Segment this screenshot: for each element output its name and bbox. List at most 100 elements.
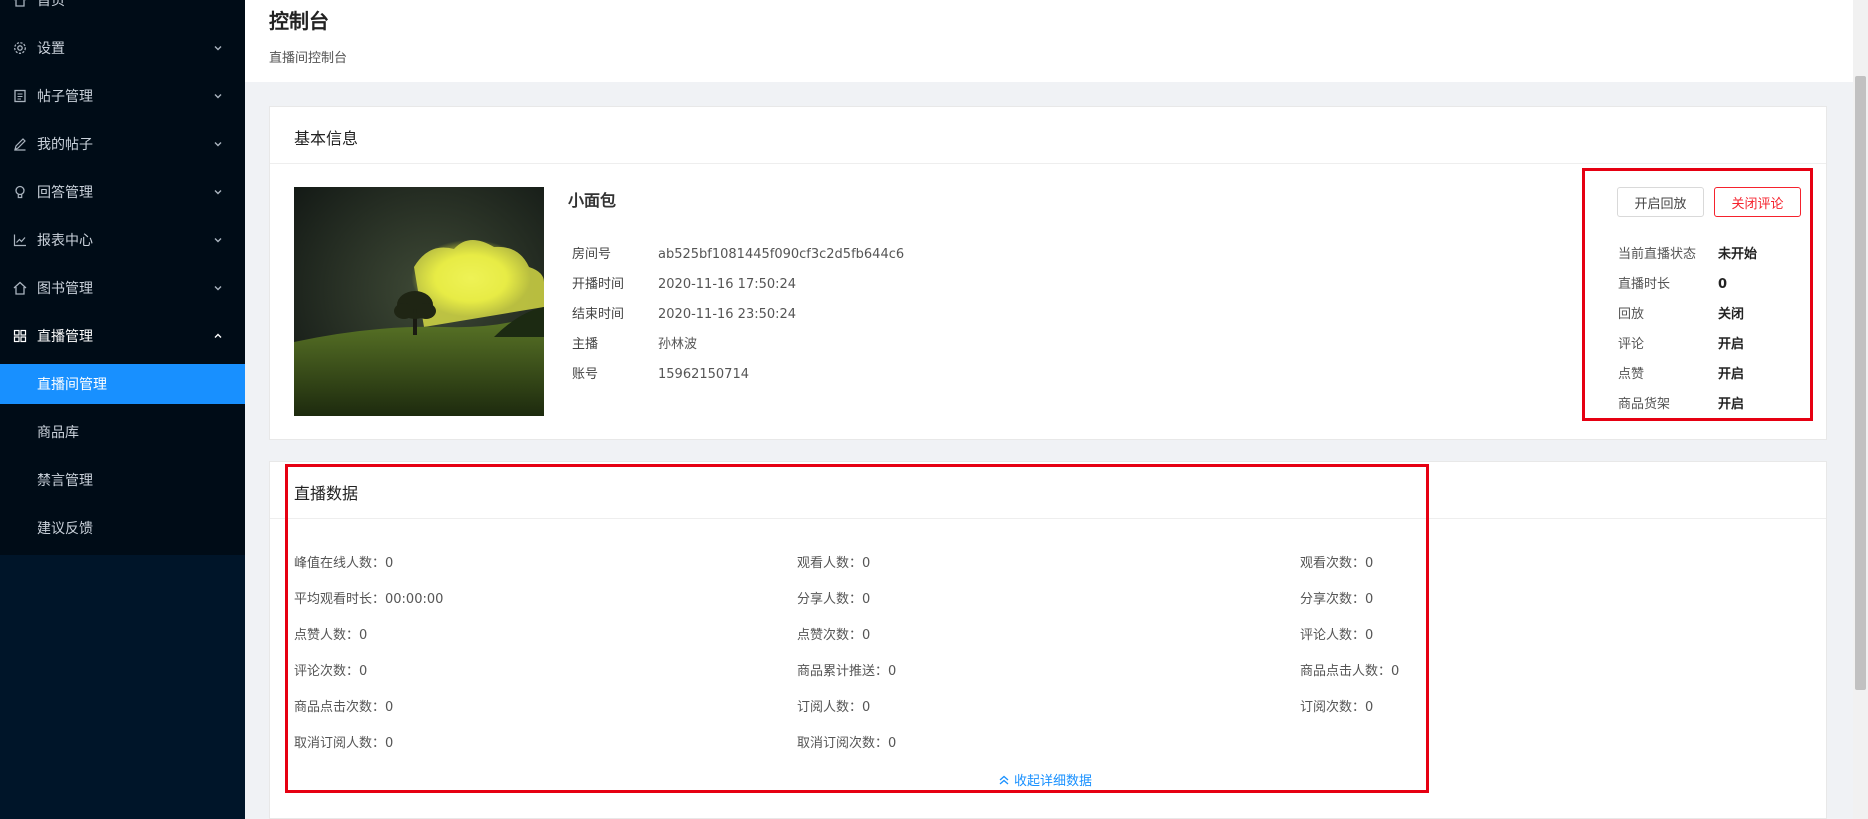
stat-share-users: 分享人数：0 [797, 592, 871, 607]
sidebar-item-label: 图书管理 [37, 281, 93, 297]
stat-product-click-users: 商品点击人数：0 [1300, 664, 1400, 679]
sidebar-item-label: 首页 [37, 0, 65, 9]
info-label: 主播 [572, 337, 599, 352]
sidebar-item-live[interactable]: 直播管理 [0, 312, 245, 360]
sidebar: 首页 设置 帖子管理 我的帖子 回答管理 报表中心 图书管理 直播管理 直播间管… [0, 0, 245, 819]
vertical-scrollbar[interactable] [1853, 0, 1868, 819]
sidebar-item-settings[interactable]: 设置 [0, 24, 245, 72]
stat-product-click-count: 商品点击次数：0 [294, 700, 394, 715]
status-value: 开启 [1718, 337, 1745, 352]
stat-like-users: 点赞人数：0 [294, 628, 368, 643]
gear-icon [13, 41, 27, 55]
status-row-like: 点赞 开启 [1618, 363, 1744, 382]
stat-subscribe-users: 订阅人数：0 [797, 700, 871, 715]
sidebar-item-label: 回答管理 [37, 185, 93, 201]
chevron-down-icon [213, 91, 223, 101]
sidebar-subitem-products[interactable]: 商品库 [0, 412, 245, 452]
basic-info-title: 基本信息 [294, 129, 359, 148]
document-icon [13, 89, 27, 103]
room-name: 小面包 [568, 191, 617, 210]
card-divider [270, 163, 1826, 164]
status-row-comment: 评论 开启 [1618, 333, 1744, 352]
sidebar-item-label: 我的帖子 [37, 137, 93, 153]
sidebar-subitem-label: 直播间管理 [37, 377, 107, 393]
sidebar-subitem-live-room[interactable]: 直播间管理 [0, 364, 245, 404]
info-value: 2020-11-16 17:50:24 [658, 277, 797, 292]
breadcrumb: 直播间控制台 [269, 51, 348, 66]
stat-peak-online: 峰值在线人数：0 [294, 556, 394, 571]
sidebar-subitem-label: 商品库 [37, 425, 79, 441]
status-value: 开启 [1718, 397, 1745, 412]
card-divider [270, 518, 1826, 519]
collapse-details-label: 收起详细数据 [1014, 774, 1093, 789]
stat-subscribe-count: 订阅次数：0 [1300, 700, 1374, 715]
stat-product-push-total: 商品累计推送：0 [797, 664, 897, 679]
status-value: 开启 [1718, 367, 1745, 382]
status-label: 评论 [1618, 337, 1645, 352]
info-row-end-time: 结束时间 2020-11-16 23:50:24 [572, 303, 796, 322]
chevron-down-icon [213, 235, 223, 245]
sidebar-subitem-feedback[interactable]: 建议反馈 [0, 508, 245, 548]
status-row-shelf: 商品货架 开启 [1618, 393, 1744, 412]
sidebar-item-home[interactable]: 首页 [0, 0, 245, 24]
stat-share-count: 分享次数：0 [1300, 592, 1374, 607]
sidebar-subitem-label: 禁言管理 [37, 473, 93, 489]
stat-unsubscribe-count: 取消订阅次数：0 [797, 736, 897, 751]
sidebar-item-label: 直播管理 [37, 329, 93, 345]
info-label: 房间号 [572, 247, 612, 262]
status-label: 当前直播状态 [1618, 247, 1697, 262]
info-value: 2020-11-16 23:50:24 [658, 307, 797, 322]
sidebar-item-label: 帖子管理 [37, 89, 93, 105]
bulb-icon [13, 185, 27, 199]
info-label: 账号 [572, 367, 599, 382]
edit-icon [13, 137, 27, 151]
basic-info-card: 基本信息 小面包 房间号 ab525bf1081445f090cf3c2d5fb… [269, 106, 1827, 440]
stat-unsubscribe-users: 取消订阅人数：0 [294, 736, 394, 751]
stat-avg-watch-time: 平均观看时长：00:00:00 [294, 592, 444, 607]
info-label: 开播时间 [572, 277, 625, 292]
stat-view-count: 观看次数：0 [1300, 556, 1374, 571]
live-cover-image [294, 187, 544, 416]
info-row-anchor: 主播 孙林波 [572, 333, 697, 352]
info-row-account: 账号 15962150714 [572, 363, 749, 382]
info-row-start-time: 开播时间 2020-11-16 17:50:24 [572, 273, 796, 292]
status-label: 回放 [1618, 307, 1645, 322]
stat-viewers: 观看人数：0 [797, 556, 871, 571]
sidebar-item-books[interactable]: 图书管理 [0, 264, 245, 312]
status-value: 0 [1718, 277, 1728, 292]
sidebar-subitem-label: 建议反馈 [37, 521, 93, 537]
info-value: ab525bf1081445f090cf3c2d5fb644c6 [658, 247, 905, 262]
double-chevron-up-icon [998, 774, 1010, 786]
chevron-down-icon [213, 283, 223, 293]
sidebar-item-posts[interactable]: 帖子管理 [0, 72, 245, 120]
info-value: 孙林波 [658, 337, 698, 352]
sidebar-item-my-posts[interactable]: 我的帖子 [0, 120, 245, 168]
status-row-live-state: 当前直播状态 未开始 [1618, 243, 1757, 262]
status-row-duration: 直播时长 0 [1618, 273, 1727, 292]
appstore-icon [13, 329, 27, 343]
status-label: 商品货架 [1618, 397, 1671, 412]
home-icon [13, 281, 27, 295]
status-value: 关闭 [1718, 307, 1745, 322]
sidebar-item-answers[interactable]: 回答管理 [0, 168, 245, 216]
chevron-up-icon [213, 331, 223, 341]
stat-comment-users: 评论人数：0 [1300, 628, 1374, 643]
status-row-replay: 回放 关闭 [1618, 303, 1744, 322]
info-row-room-id: 房间号 ab525bf1081445f090cf3c2d5fb644c6 [572, 243, 904, 262]
scrollbar-thumb[interactable] [1855, 76, 1866, 690]
enable-replay-button[interactable]: 开启回放 [1617, 187, 1704, 217]
sidebar-item-reports[interactable]: 报表中心 [0, 216, 245, 264]
status-label: 点赞 [1618, 367, 1645, 382]
stat-like-count: 点赞次数：0 [797, 628, 871, 643]
close-comment-button[interactable]: 关闭评论 [1714, 187, 1801, 217]
chevron-down-icon [213, 139, 223, 149]
sidebar-subitem-mute[interactable]: 禁言管理 [0, 460, 245, 500]
status-label: 直播时长 [1618, 277, 1671, 292]
line-chart-icon [13, 233, 27, 247]
live-data-title: 直播数据 [294, 484, 359, 503]
stat-comment-count: 评论次数：0 [294, 664, 368, 679]
info-label: 结束时间 [572, 307, 625, 322]
collapse-details-link[interactable]: 收起详细数据 [998, 770, 1092, 789]
live-data-card: 直播数据 [269, 461, 1827, 819]
status-value: 未开始 [1718, 247, 1758, 262]
